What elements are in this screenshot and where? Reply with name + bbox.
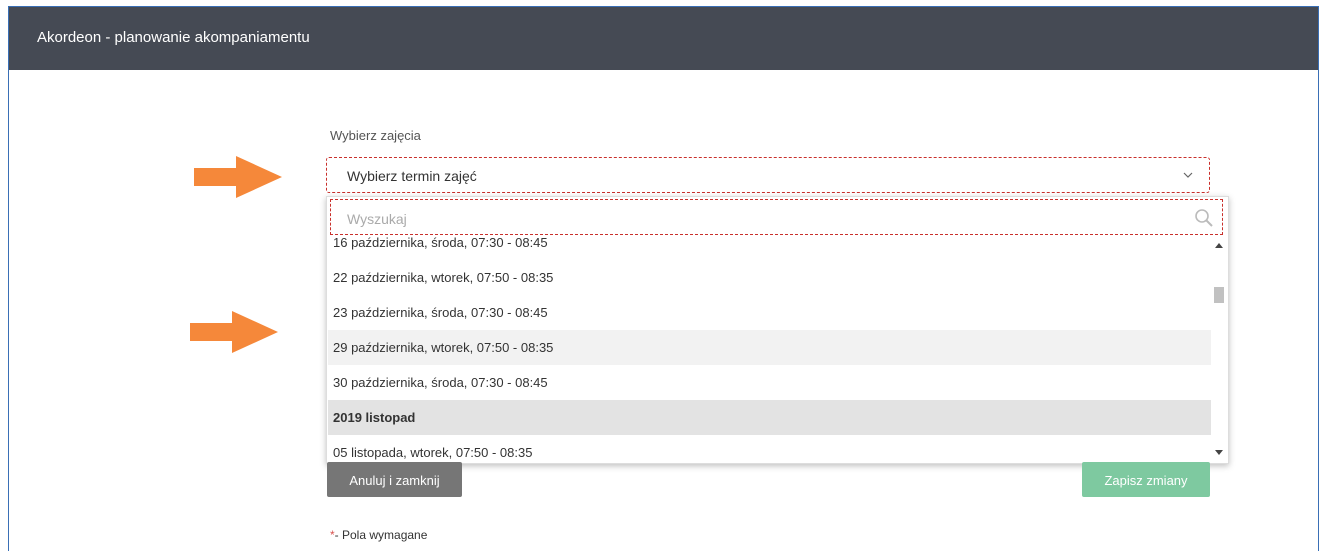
window-title: Akordeon - planowanie akompaniamentu [37,29,310,46]
save-changes-button[interactable]: Zapisz zmiany [1082,462,1210,497]
arrow-right-icon [194,156,282,198]
required-fields-note: *- Pola wymagane [330,528,427,542]
list-item[interactable]: 23 października, środa, 07:30 - 08:45 [328,295,1211,330]
list-item[interactable]: 16 października, środa, 07:30 - 08:45 [328,235,1211,260]
class-term-select[interactable]: Wybierz termin zajęć [326,157,1210,193]
search-input[interactable] [345,208,1189,230]
list-item[interactable]: 22 października, wtorek, 07:50 - 08:35 [328,260,1211,295]
field-label: Wybierz zajęcia [330,128,421,143]
select-value: Wybierz termin zajęć [347,168,477,184]
required-text: - Pola wymagane [334,528,428,542]
search-icon [1195,209,1213,227]
cancel-close-button[interactable]: Anuluj i zamknij [327,462,462,497]
select-dropdown: 16 października, środa, 07:30 - 08:45 22… [326,196,1229,464]
arrow-right-icon [190,311,278,353]
options-list: 16 października, środa, 07:30 - 08:45 22… [328,235,1211,463]
scroll-thumb[interactable] [1214,287,1224,303]
title-bar: Akordeon - planowanie akompaniamentu [9,7,1318,70]
scrollbar[interactable] [1211,235,1227,463]
chevron-down-icon [1183,172,1193,178]
list-item[interactable]: 05 listopada, wtorek, 07:50 - 08:35 [328,435,1211,463]
search-box [330,199,1223,235]
scroll-up-icon[interactable] [1215,243,1223,248]
list-item[interactable]: 29 października, wtorek, 07:50 - 08:35 [328,330,1211,365]
scroll-down-icon[interactable] [1215,450,1223,455]
list-item[interactable]: 30 października, środa, 07:30 - 08:45 [328,365,1211,400]
list-group-header: 2019 listopad [328,400,1211,435]
